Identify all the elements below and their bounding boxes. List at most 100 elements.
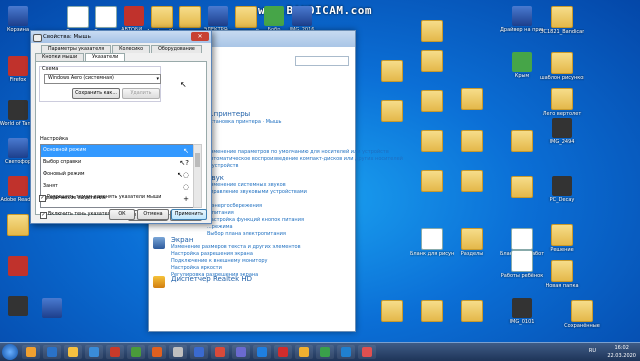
- taskbar-app-button[interactable]: [316, 345, 334, 359]
- autoplay-link-0[interactable]: Изменение параметров по умолчанию для но…: [207, 149, 389, 156]
- desktop-left-item[interactable]: [0, 256, 40, 277]
- clock[interactable]: 16:02 22.03.2020: [607, 344, 636, 360]
- taskbar-app-button[interactable]: [211, 345, 229, 359]
- allow-themes-label: Разрешить темам изменять указатели мыши: [47, 195, 162, 200]
- tab-buttons[interactable]: Кнопки мыши: [35, 53, 85, 61]
- apply-button[interactable]: Применить: [171, 209, 207, 220]
- taskbar-app-button[interactable]: [43, 345, 61, 359]
- desktop-right-item[interactable]: IMG_0101: [500, 298, 544, 325]
- cursor-list-item[interactable]: Фоновый режим ↖◌: [41, 169, 193, 181]
- desktop-right-item[interactable]: ЭС1821_Bandicam: [540, 6, 584, 35]
- desktop-right-item[interactable]: Новая папка: [540, 260, 584, 289]
- power-link-2[interactable]: Настройка функций кнопок питания: [207, 217, 304, 224]
- desktop-right-item[interactable]: Бланк для рисунок: [410, 228, 454, 257]
- enable-shadow-checkbox[interactable]: ✓: [40, 212, 47, 219]
- start-button[interactable]: [2, 344, 18, 360]
- desktop-item[interactable]: [450, 170, 494, 193]
- desktop-right-item[interactable]: Лего вертолет: [540, 88, 584, 117]
- desktop-right-item[interactable]: Решение: [540, 224, 584, 253]
- taskbar-app-button[interactable]: [106, 345, 124, 359]
- tab-hardware[interactable]: Оборудование: [151, 45, 202, 53]
- taskbar-app-button[interactable]: [358, 345, 376, 359]
- screen-link-2[interactable]: Подключение к внешнему монитору: [171, 258, 353, 265]
- cursor-list-item[interactable]: Основной режим ↖: [41, 145, 193, 157]
- autoplay-link-2[interactable]: ...устройств: [207, 163, 357, 170]
- desktop-item[interactable]: [450, 130, 494, 153]
- desktop-right-item[interactable]: Разделы: [450, 228, 494, 257]
- desktop-item[interactable]: [410, 50, 454, 73]
- tab-pointers[interactable]: Указатели: [85, 53, 126, 61]
- cancel-button[interactable]: Отмена: [137, 209, 169, 220]
- tab-wheel[interactable]: Колесико: [112, 45, 151, 53]
- screen-title[interactable]: Экран: [153, 236, 353, 244]
- desktop-item[interactable]: [450, 88, 494, 111]
- ok-button[interactable]: ОК: [109, 209, 135, 220]
- desktop-item[interactable]: [410, 300, 454, 323]
- power-link-3[interactable]: ...режима: [207, 224, 304, 231]
- screen-link-0[interactable]: Изменение размеров текста и других элеме…: [171, 244, 353, 251]
- screen-link-3[interactable]: Настройка яркости: [171, 265, 353, 272]
- allow-themes-checkbox[interactable]: ✓: [39, 195, 46, 202]
- desktop-right-item[interactable]: Драйвер на принтер: [500, 6, 544, 33]
- desktop-item[interactable]: [410, 20, 454, 43]
- desktop-left-item[interactable]: [30, 298, 74, 319]
- taskbar-app-button[interactable]: [148, 345, 166, 359]
- cursor-list-item[interactable]: Выделение текстаI: [41, 205, 193, 207]
- power-link-0[interactable]: ...энергосбережения: [207, 203, 304, 210]
- cp-top-link-0[interactable]: ...принтеры: [207, 110, 250, 118]
- language-indicator[interactable]: RU: [589, 348, 596, 354]
- desktop-right-item[interactable]: Сохранённые: [560, 300, 604, 329]
- desktop-right-item[interactable]: IMG_2494: [540, 118, 584, 145]
- desktop-item[interactable]: [370, 300, 414, 323]
- taskbar-app-button[interactable]: [274, 345, 292, 359]
- sound-link-1[interactable]: Управление звуковыми устройствами: [207, 189, 307, 196]
- taskbar-app-button[interactable]: [190, 345, 208, 359]
- cursor-glyph-icon: ↖◌: [177, 171, 189, 179]
- taskbar-app-button[interactable]: [253, 345, 271, 359]
- desktop-item[interactable]: [450, 300, 494, 323]
- taskbar-app-button[interactable]: [127, 345, 145, 359]
- control-panel-search-box[interactable]: [295, 56, 349, 66]
- cursor-list-item[interactable]: Занят ◌: [41, 181, 193, 193]
- desktop-left-item[interactable]: Корзина: [0, 6, 40, 33]
- cp-top-link-2[interactable]: Мышь: [266, 119, 282, 125]
- taskbar-app-button[interactable]: [295, 345, 313, 359]
- taskbar-app-button[interactable]: [169, 345, 187, 359]
- taskbar-app-button[interactable]: [64, 345, 82, 359]
- taskbar-app-button[interactable]: [337, 345, 355, 359]
- sound-link-0[interactable]: Изменение системных звуков: [207, 182, 307, 189]
- power-link-1[interactable]: ...питания: [207, 210, 304, 217]
- desktop-item[interactable]: [410, 170, 454, 193]
- cp-top-link-1[interactable]: Установка принтера: [207, 119, 261, 125]
- save-as-button[interactable]: Сохранить как...: [72, 88, 120, 99]
- desktop-item[interactable]: [500, 130, 544, 153]
- dialog-titlebar[interactable]: Свойства: Мышь ✕: [31, 31, 211, 43]
- desktop-right-item[interactable]: шаблон рисунков: [540, 52, 584, 81]
- taskbar-app-button[interactable]: [85, 345, 103, 359]
- desktop-right-item[interactable]: Крым: [500, 52, 544, 79]
- screen-link-1[interactable]: Настройка разрешения экрана: [171, 251, 353, 258]
- sound-title[interactable]: Звук: [207, 174, 307, 182]
- cursor-list-item[interactable]: Выбор справки ↖?: [41, 157, 193, 169]
- delete-button[interactable]: Удалить: [122, 88, 160, 99]
- desktop-item[interactable]: [410, 90, 454, 113]
- app-icon: [320, 347, 330, 357]
- taskbar-app-button[interactable]: [22, 345, 40, 359]
- desktop-item[interactable]: [370, 60, 414, 83]
- desktop-item[interactable]: [500, 176, 544, 199]
- desktop-right-item[interactable]: Работы ребёнок: [500, 250, 544, 279]
- autoplay-link-1[interactable]: Автоматическое воспроизведение компакт-д…: [207, 156, 403, 163]
- desktop-top-item[interactable]: IMG_2016: [280, 6, 324, 33]
- scrollbar-thumb[interactable]: [195, 153, 200, 167]
- scheme-label: Схема: [42, 66, 59, 72]
- tab-pointer-options[interactable]: Параметры указателя: [41, 45, 112, 53]
- desktop-item[interactable]: [370, 100, 414, 123]
- realtek-title[interactable]: Диспетчер Realtek HD: [153, 275, 252, 283]
- taskbar-app-button[interactable]: [232, 345, 250, 359]
- scheme-select[interactable]: Windows Aero (системная) ▾: [44, 74, 161, 84]
- cursor-list-scrollbar[interactable]: [193, 144, 202, 208]
- cursor-list-item-label: Основной режим: [43, 148, 87, 153]
- desktop-right-item[interactable]: PC_Decay: [540, 176, 584, 203]
- close-button[interactable]: ✕: [191, 32, 209, 41]
- desktop-item[interactable]: [410, 130, 454, 153]
